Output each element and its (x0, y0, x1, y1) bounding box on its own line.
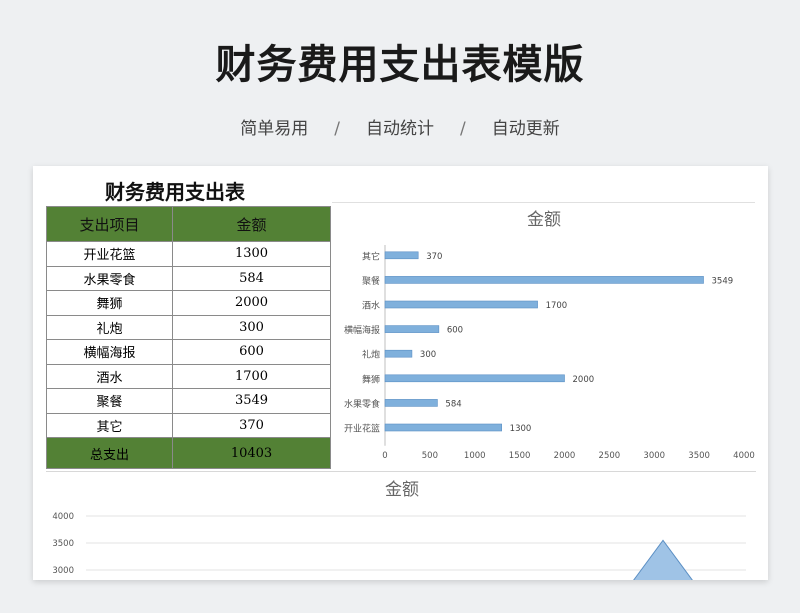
expense-amount-cell[interactable]: 300 (172, 314, 331, 340)
x-tick-label: 500 (422, 451, 438, 461)
expense-amount-cell[interactable]: 3549 (172, 388, 331, 414)
x-tick-label: 1500 (509, 451, 531, 461)
expense-item-cell[interactable]: 礼炮 (46, 314, 173, 340)
column-header-item: 支出项目 (46, 206, 173, 242)
expense-amount-cell[interactable]: 584 (172, 265, 331, 291)
feature-separator: / (334, 119, 340, 139)
data-label: 600 (447, 326, 463, 336)
bar (384, 374, 565, 383)
expense-item-cell[interactable]: 舞狮 (46, 290, 173, 316)
data-label: 1700 (546, 301, 568, 311)
expense-table: 支出项目 金额 开业花篮 1300 水果零食 584 舞狮 2000 礼炮 300 横幅… (46, 206, 331, 469)
category-label: 开业花篮 (344, 423, 380, 435)
total-label-cell[interactable]: 总支出 (46, 437, 173, 469)
data-label: 300 (420, 350, 436, 360)
x-tick-label: 1000 (464, 451, 486, 461)
table-row: 舞狮 2000 (46, 290, 331, 316)
y-tick-label: 4000 (52, 512, 74, 522)
data-label: 2000 (573, 375, 595, 385)
data-label: 3549 (712, 276, 734, 286)
bar-chart-svg: 金额其它 370 聚餐 3549 酒水 1700 横幅海报 600 礼炮 300 舞狮 2000 水果零… (344, 210, 755, 461)
y-tick-label: 3500 (52, 539, 74, 549)
category-label: 横幅海报 (344, 324, 380, 336)
x-tick-label: 3000 (643, 451, 665, 461)
x-tick-label: 2500 (599, 451, 621, 461)
category-label: 水果零食 (344, 398, 380, 410)
expense-item-cell[interactable]: 水果零食 (46, 265, 173, 291)
x-tick-label: 4000 (733, 451, 755, 461)
expense-item-cell[interactable]: 聚餐 (46, 388, 173, 414)
table-row: 聚餐 3549 (46, 388, 331, 414)
category-label: 舞狮 (362, 374, 380, 385)
area-chart-svg: 金额 4000 3500 3000 (52, 480, 746, 580)
table-row: 横幅海报 600 (46, 339, 331, 365)
table-row: 礼炮 300 (46, 314, 331, 340)
table-row: 开业花篮 1300 (46, 241, 331, 267)
category-label: 聚餐 (362, 275, 380, 287)
expense-item-cell[interactable]: 横幅海报 (46, 339, 173, 365)
category-label: 礼炮 (362, 349, 380, 361)
bar (384, 399, 438, 407)
total-row: 总支出 10403 (46, 437, 331, 469)
feature-auto-stats: 自动统计 (366, 119, 434, 139)
page-title: 财务费用支出表模版 (215, 42, 585, 88)
x-tick-label: 3500 (688, 451, 710, 461)
bar (384, 251, 419, 260)
bar (384, 300, 538, 309)
feature-separator: / (460, 119, 466, 139)
data-label: 584 (445, 399, 461, 409)
feature-easy: 简单易用 (240, 119, 309, 139)
bar (384, 325, 440, 333)
chart-title: 金额 (385, 480, 419, 500)
table-row: 酒水 1700 (46, 363, 331, 389)
feature-tagline: 简单易用 / 自动统计 / 自动更新 (0, 114, 800, 139)
x-tick-label: 2000 (554, 451, 576, 461)
category-label: 酒水 (362, 300, 380, 312)
expense-amount-cell[interactable]: 370 (172, 412, 331, 438)
category-label: 其它 (362, 250, 380, 262)
y-tick-label: 3000 (52, 566, 74, 576)
bar (384, 349, 413, 358)
area-peak (633, 539, 693, 580)
feature-auto-update: 自动更新 (491, 119, 560, 139)
total-amount-cell[interactable]: 10403 (172, 437, 331, 469)
expense-item-cell[interactable]: 酒水 (46, 363, 173, 389)
area-chart-preview[interactable]: 金额 4000 3500 3000 (46, 471, 756, 580)
bar (384, 423, 502, 432)
data-label: 370 (426, 252, 442, 262)
table-row: 水果零食 584 (46, 265, 331, 291)
expense-amount-cell[interactable]: 2000 (172, 290, 331, 316)
expense-item-cell[interactable]: 其它 (46, 412, 173, 438)
horizontal-bar-chart[interactable]: 金额其它 370 聚餐 3549 酒水 1700 横幅海报 600 礼炮 300 舞狮 2000 水果零… (332, 202, 755, 469)
expense-amount-cell[interactable]: 600 (172, 339, 331, 365)
bar (384, 276, 704, 284)
spreadsheet-preview: 财务费用支出表 支出项目 金额 开业花篮 1300 水果零食 584 舞狮 2000 … (33, 166, 768, 580)
expense-amount-cell[interactable]: 1300 (172, 241, 331, 267)
table-row: 其它 370 (46, 412, 331, 438)
x-tick-label: 0 (382, 451, 387, 461)
sheet-title: 财务费用支出表 (105, 180, 245, 204)
data-label: 1300 (510, 424, 532, 434)
expense-item-cell[interactable]: 开业花篮 (46, 241, 173, 267)
expense-amount-cell[interactable]: 1700 (172, 363, 331, 389)
chart-title: 金额 (527, 210, 561, 230)
column-header-amount: 金额 (172, 206, 331, 242)
